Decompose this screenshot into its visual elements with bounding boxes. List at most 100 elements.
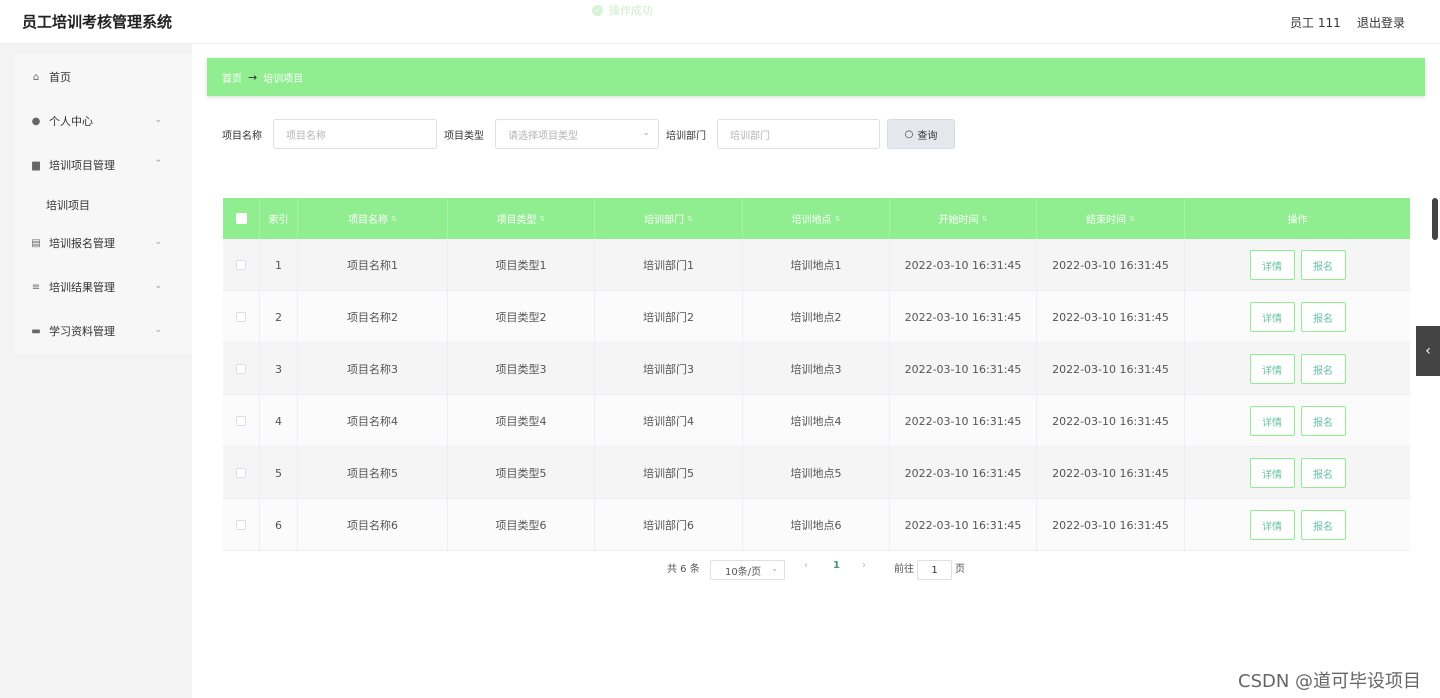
detail-button[interactable]: 详情 <box>1249 250 1295 280</box>
success-toast: ✓ 操作成功 <box>592 2 653 18</box>
check-circle-icon: ✓ <box>592 4 603 16</box>
row-checkbox[interactable] <box>236 312 246 322</box>
department-input[interactable]: 培训部门 <box>717 119 880 149</box>
header-label: 索引 <box>268 215 289 226</box>
briefcase-icon: ▆ <box>32 159 40 171</box>
row-checkbox[interactable] <box>236 416 246 426</box>
cell-project-name: 项目名称1 <box>298 239 448 291</box>
cell-index: 4 <box>260 395 298 447</box>
cell-end-time: 2022-03-10 16:31:45 <box>1037 395 1185 447</box>
cell-start-time: 2022-03-10 16:31:45 <box>890 395 1037 447</box>
cell-end-time: 2022-03-10 16:31:45 <box>1037 499 1185 551</box>
cell-place: 培训地点6 <box>743 499 890 551</box>
checkbox[interactable] <box>235 213 247 224</box>
sidebar-item-profile[interactable]: ● 个人中心 ⌄ <box>30 109 170 133</box>
row-checkbox[interactable] <box>236 260 246 270</box>
top-bar: 员工培训考核管理系统 ✓ 操作成功 员工 111 退出登录 <box>0 0 1440 44</box>
arrow-right-icon: → <box>248 70 258 84</box>
apply-button[interactable]: 报名 <box>1300 302 1346 332</box>
cell-department: 培训部门2 <box>595 291 743 343</box>
row-checkbox[interactable] <box>236 468 246 478</box>
apply-button[interactable]: 报名 <box>1300 510 1346 540</box>
monitor-icon: ▬ <box>31 325 41 337</box>
sidebar-item-training-projects[interactable]: ▆ 培训项目管理 ⌃ <box>30 153 170 177</box>
apply-button[interactable]: 报名 <box>1300 250 1346 280</box>
table-header: 索引 项目名称 ⇅ 项目类型 ⇅ 培训部门 ⇅ 培训地点 ⇅ 开始时间 ⇅ 结束时间 ⇅ 操… <box>223 198 1410 239</box>
header-place[interactable]: 培训地点 ⇅ <box>743 198 890 239</box>
detail-button[interactable]: 详情 <box>1249 458 1295 488</box>
collapse-panel-button[interactable]: ‹ <box>1416 326 1440 376</box>
row-checkbox[interactable] <box>236 520 246 530</box>
header-label: 结束时间 <box>1086 215 1127 226</box>
header-label: 项目名称 <box>348 215 389 226</box>
sort-icon[interactable]: ⇅ <box>391 215 397 223</box>
goto-page-input[interactable]: 1 <box>917 560 952 580</box>
header-start-time[interactable]: 开始时间 ⇅ <box>890 198 1037 239</box>
chevron-down-icon: ⌄ <box>154 325 162 335</box>
sort-icon[interactable]: ⇅ <box>982 215 988 223</box>
sidebar-item-materials[interactable]: ▬ 学习资料管理 ⌄ <box>30 319 170 343</box>
sort-icon[interactable]: ⇅ <box>687 215 693 223</box>
sidebar-item-results[interactable]: ≡ 培训结果管理 ⌄ <box>30 275 170 299</box>
apply-button[interactable]: 报名 <box>1300 406 1346 436</box>
header-label: 培训部门 <box>644 215 685 226</box>
app-title: 员工培训考核管理系统 <box>22 13 173 31</box>
cell-project-name: 项目名称2 <box>298 291 448 343</box>
sidebar-item-label: 个人中心 <box>49 115 93 128</box>
next-page-icon[interactable]: › <box>862 560 866 571</box>
detail-button[interactable]: 详情 <box>1249 354 1295 384</box>
cell-project-name: 项目名称6 <box>298 499 448 551</box>
cell-index: 3 <box>260 343 298 395</box>
query-label: 查询 <box>917 130 938 142</box>
clipboard-icon: ▤ <box>31 237 41 249</box>
chevron-down-icon: ⌄ <box>154 237 162 247</box>
header-end-time[interactable]: 结束时间 ⇅ <box>1037 198 1185 239</box>
table-row: 4 项目名称4 项目类型4 培训部门4 培训地点4 2022-03-10 16:31:45… <box>223 395 1410 447</box>
cell-actions: 详情 报名 <box>1185 343 1410 395</box>
page-suffix: 页 <box>955 564 965 575</box>
detail-button[interactable]: 详情 <box>1249 406 1295 436</box>
apply-button[interactable]: 报名 <box>1300 354 1346 384</box>
table-row: 6 项目名称6 项目类型6 培训部门6 培训地点6 2022-03-10 16:31:45… <box>223 499 1410 551</box>
row-checkbox-cell <box>223 447 260 499</box>
header-department[interactable]: 培训部门 ⇅ <box>595 198 743 239</box>
cell-actions: 详情 报名 <box>1185 291 1410 343</box>
cell-start-time: 2022-03-10 16:31:45 <box>890 291 1037 343</box>
project-name-input[interactable]: 项目名称 <box>273 119 437 149</box>
project-type-select[interactable]: 请选择项目类型 ⌄ <box>495 119 659 149</box>
cell-project-type: 项目类型3 <box>448 343 595 395</box>
list-icon: ≡ <box>31 281 41 293</box>
main-content: 首页 → 培训项目 项目名称 项目名称 项目类型 请选择项目类型 ⌄ 培训部门 … <box>192 44 1440 698</box>
page-size-select[interactable]: 10条/页 ⌄ <box>710 560 785 580</box>
breadcrumb-home[interactable]: 首页 <box>222 70 242 85</box>
cell-place: 培训地点4 <box>743 395 890 447</box>
sort-icon[interactable]: ⇅ <box>1129 215 1135 223</box>
cell-project-name: 项目名称3 <box>298 343 448 395</box>
row-checkbox[interactable] <box>236 364 246 374</box>
sidebar-subitem-training-project[interactable]: 培训项目 <box>46 197 90 213</box>
placeholder: 请选择项目类型 <box>508 130 578 142</box>
page-number-current[interactable]: 1 <box>833 560 840 571</box>
prev-page-icon[interactable]: ‹ <box>804 560 808 571</box>
header-index: 索引 <box>260 198 298 239</box>
detail-button[interactable]: 详情 <box>1249 302 1295 332</box>
sort-icon[interactable]: ⇅ <box>835 215 841 223</box>
query-button[interactable]: ○ 查询 <box>887 119 955 149</box>
sidebar-panel <box>14 54 192 354</box>
sidebar-item-home[interactable]: ⌂ 首页 <box>30 65 170 89</box>
apply-button[interactable]: 报名 <box>1300 458 1346 488</box>
select-all-checkbox[interactable] <box>223 198 260 239</box>
sort-icon[interactable]: ⇅ <box>540 215 546 223</box>
sidebar <box>0 44 192 698</box>
chevron-down-icon: ⌄ <box>642 128 650 138</box>
scrollbar-thumb[interactable] <box>1432 198 1438 240</box>
cell-project-type: 项目类型4 <box>448 395 595 447</box>
header-project-name[interactable]: 项目名称 ⇅ <box>298 198 448 239</box>
cell-place: 培训地点2 <box>743 291 890 343</box>
row-checkbox-cell <box>223 395 260 447</box>
detail-button[interactable]: 详情 <box>1249 510 1295 540</box>
logout-link[interactable]: 退出登录 <box>1357 14 1405 31</box>
header-label: 项目类型 <box>496 215 537 226</box>
header-project-type[interactable]: 项目类型 ⇅ <box>448 198 595 239</box>
sidebar-item-registration[interactable]: ▤ 培训报名管理 ⌄ <box>30 231 170 255</box>
